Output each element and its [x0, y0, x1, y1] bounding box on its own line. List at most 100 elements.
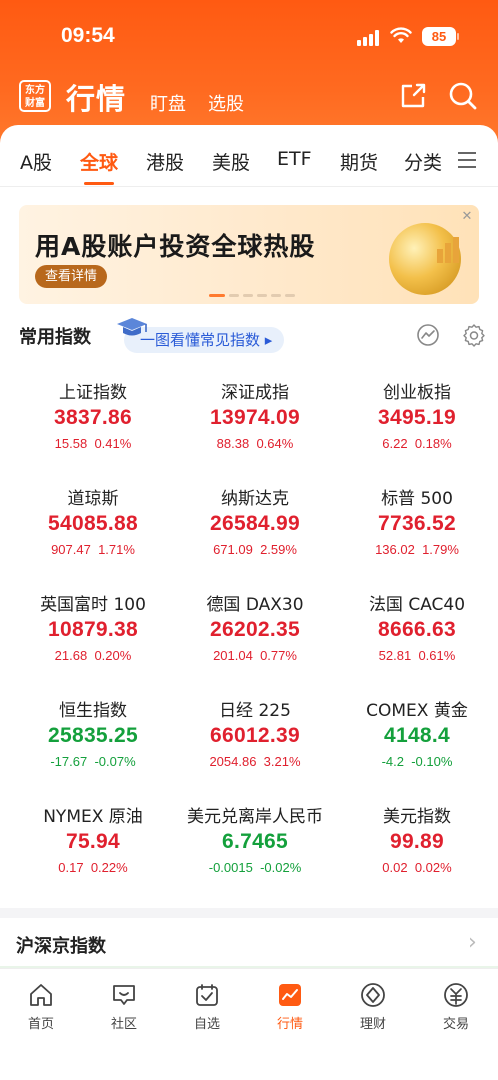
index-name: 道琼斯: [67, 489, 119, 509]
active-tab-indicator: [84, 182, 114, 185]
index-change-percent: 0.41%: [94, 436, 132, 451]
hs-index-section[interactable]: 沪深京指数 ›: [0, 918, 498, 968]
index-change-percent: 0.02%: [414, 860, 452, 875]
index-cell[interactable]: NYMEX 原油 75.94 0.17 0.22%: [10, 794, 176, 894]
page-title: 行情: [66, 82, 127, 116]
index-change: 88.38 0.64%: [172, 436, 338, 451]
banner-details-button[interactable]: 查看详情: [35, 265, 108, 288]
index-cell[interactable]: 标普 500 7736.52 136.02 1.79%: [334, 476, 498, 576]
index-change-percent: 0.18%: [414, 436, 452, 451]
promo-banner[interactable]: 用A股账户投资全球热股 查看详情 ✕: [19, 205, 479, 304]
index-change-percent: 1.71%: [98, 542, 135, 557]
index-price: 6.7465: [221, 830, 289, 853]
index-change-value: -4.2: [381, 754, 404, 769]
market-tabs: A股 全球 港股 美股 ETF 期货 分类: [0, 148, 498, 174]
bottom-tab-bar: 首页 社区 自选 行情 理财 交易: [0, 968, 498, 1080]
tabbar-watchlist[interactable]: 自选: [177, 981, 237, 1032]
status-bar: 09:54 85: [0, 22, 498, 52]
index-change: 0.17 0.22%: [10, 860, 176, 875]
watch-link[interactable]: 盯盘: [150, 90, 186, 116]
index-cell[interactable]: 深证成指 13974.09 88.38 0.64%: [172, 370, 338, 470]
index-name: 日经 225: [219, 701, 291, 721]
index-change-value: 2054.86: [209, 754, 257, 769]
index-name: 英国富时 100: [40, 595, 146, 615]
tab-hk[interactable]: 港股: [146, 148, 184, 175]
index-change: -17.67 -0.07%: [10, 754, 176, 769]
index-name: 德国 DAX30: [206, 595, 304, 615]
index-cell[interactable]: 纳斯达克 26584.99 671.09 2.59%: [172, 476, 338, 576]
share-icon[interactable]: [399, 82, 427, 114]
index-change: 52.81 0.61%: [334, 648, 498, 663]
index-name: NYMEX 原油: [43, 807, 143, 827]
cellular-signal-icon: [357, 30, 381, 46]
tabbar-wealth-label: 理财: [359, 1017, 386, 1032]
community-icon: [113, 985, 135, 1005]
index-change: 6.22 0.18%: [334, 436, 498, 451]
tab-categories[interactable]: 分类: [404, 148, 442, 175]
index-price: 7736.52: [377, 512, 456, 535]
index-change-value: 907.47: [51, 542, 91, 557]
tabbar-home-label: 首页: [27, 1017, 54, 1032]
index-change-value: 0.02: [382, 860, 408, 875]
index-cell[interactable]: 恒生指数 25835.25 -17.67 -0.07%: [10, 688, 176, 788]
graduation-cap-icon: [115, 316, 149, 344]
index-price: 75.94: [65, 830, 121, 853]
index-change-value: 21.68: [54, 648, 88, 663]
index-name: 美元兑离岸人民币: [187, 807, 323, 827]
index-change-percent: -0.10%: [411, 754, 453, 769]
app-logo: 东方 财富: [19, 80, 51, 112]
index-cell[interactable]: 日经 225 66012.39 2054.86 3.21%: [172, 688, 338, 788]
close-icon[interactable]: ✕: [459, 209, 475, 225]
index-price: 3495.19: [377, 406, 456, 429]
tabbar-home[interactable]: 首页: [11, 981, 71, 1032]
tab-us[interactable]: 美股: [212, 148, 250, 175]
section-gap: [0, 908, 498, 918]
tabbar-market[interactable]: 行情: [260, 981, 320, 1032]
index-cell[interactable]: 美元兑离岸人民币 6.7465 -0.0015 -0.02%: [172, 794, 338, 894]
tab-menu-icon[interactable]: [458, 152, 476, 173]
index-name: COMEX 黄金: [366, 701, 468, 721]
index-cell[interactable]: 英国富时 100 10879.38 21.68 0.20%: [10, 582, 176, 682]
common-indices-title: 常用指数: [19, 327, 91, 348]
index-price: 54085.88: [48, 512, 138, 535]
index-change-percent: 0.64%: [256, 436, 294, 451]
stock-picker-link[interactable]: 选股: [208, 90, 244, 116]
app-bar: 东方 财富 行情 盯盘 选股: [0, 76, 498, 116]
index-cell[interactable]: 德国 DAX30 26202.35 201.04 0.77%: [172, 582, 338, 682]
home-icon: [30, 984, 52, 1006]
index-change: 201.04 0.77%: [172, 648, 338, 663]
index-cell[interactable]: 法国 CAC40 8666.63 52.81 0.61%: [334, 582, 498, 682]
index-change-value: 671.09: [213, 542, 253, 557]
index-cell[interactable]: 创业板指 3495.19 6.22 0.18%: [334, 370, 498, 470]
index-cell[interactable]: 美元指数 99.89 0.02 0.02%: [334, 794, 498, 894]
index-name: 标普 500: [381, 489, 453, 509]
index-change: 15.58 0.41%: [10, 436, 176, 451]
index-change-value: -17.67: [50, 754, 88, 769]
index-change-percent: 2.59%: [260, 542, 297, 557]
index-cell[interactable]: 上证指数 3837.86 15.58 0.41%: [10, 370, 176, 470]
tab-etf[interactable]: ETF: [277, 148, 312, 170]
tabbar-community[interactable]: 社区: [94, 981, 154, 1032]
tabbar-wealth[interactable]: 理财: [343, 981, 403, 1032]
settings-gear-icon[interactable]: [462, 323, 486, 351]
carousel-dot: [243, 294, 253, 297]
tabbar-trade[interactable]: 交易: [426, 981, 486, 1032]
chart-view-icon[interactable]: [416, 323, 440, 351]
carousel-dot: [229, 294, 239, 297]
tabs-divider: [0, 186, 498, 187]
index-cell[interactable]: 道琼斯 54085.88 907.47 1.71%: [10, 476, 176, 576]
search-icon[interactable]: [448, 81, 478, 115]
index-name: 恒生指数: [59, 701, 127, 721]
index-price: 26584.99: [210, 512, 300, 535]
tab-global[interactable]: 全球: [80, 148, 118, 175]
index-cell[interactable]: COMEX 黄金 4148.4 -4.2 -0.10%: [334, 688, 498, 788]
tab-futures[interactable]: 期货: [340, 148, 378, 175]
index-change: 907.47 1.71%: [10, 542, 176, 557]
tab-a-shares[interactable]: A股: [20, 148, 52, 175]
tabbar-market-label: 行情: [276, 1017, 303, 1032]
index-change-value: 136.02: [375, 542, 415, 557]
index-name: 美元指数: [383, 807, 451, 827]
hs-index-title: 沪深京指数: [16, 936, 106, 957]
index-change: -4.2 -0.10%: [334, 754, 498, 769]
carousel-dot: [285, 294, 295, 297]
